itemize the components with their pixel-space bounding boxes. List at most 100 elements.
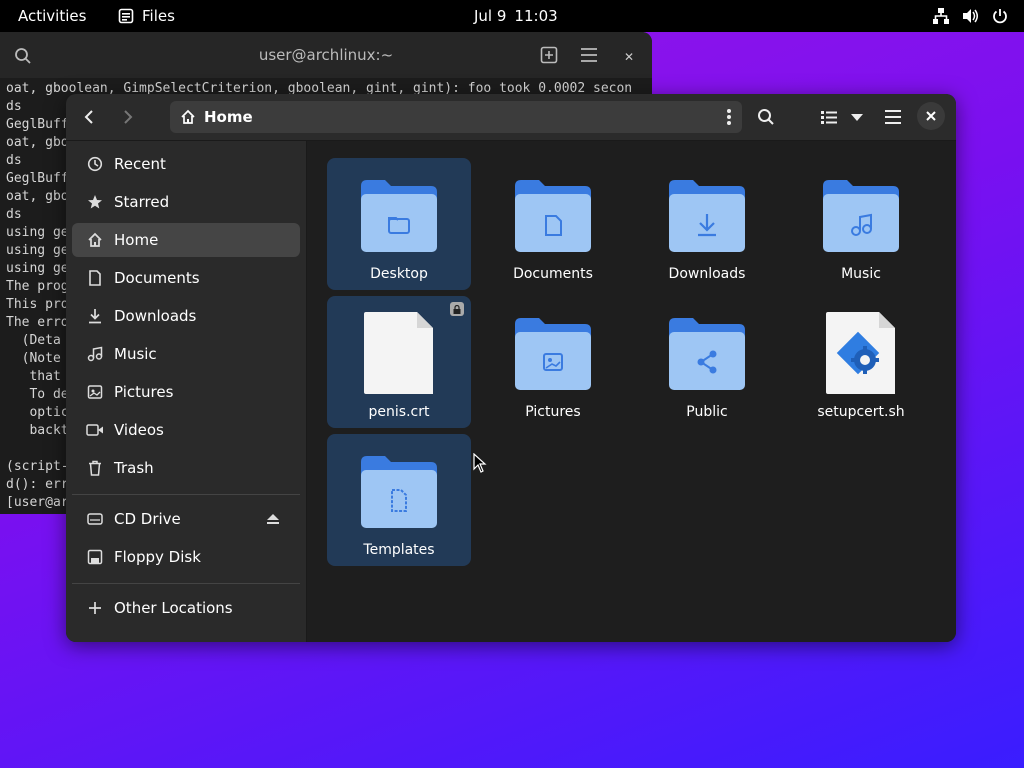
sidebar-item-label: Documents — [114, 269, 200, 287]
star-icon — [86, 193, 104, 211]
file-item-desktop[interactable]: Desktop — [327, 158, 471, 290]
new-tab-icon[interactable] — [540, 46, 558, 68]
hamburger-menu-icon[interactable] — [580, 47, 598, 67]
volume-icon — [962, 8, 980, 24]
document-icon — [86, 269, 104, 287]
clock-date: Jul 9 — [474, 7, 507, 25]
sidebar-item-label: Floppy Disk — [114, 548, 201, 566]
file-item-label: Desktop — [370, 266, 428, 282]
sidebar-item-trash[interactable]: Trash — [72, 451, 300, 485]
optical-drive-icon — [86, 510, 104, 528]
file-item-label: Public — [686, 404, 728, 420]
file-item-documents[interactable]: Documents — [481, 158, 625, 290]
search-button[interactable] — [751, 102, 781, 132]
folder-templates-icon — [361, 456, 437, 528]
lock-icon — [450, 302, 464, 316]
sidebar-item-label: Music — [114, 345, 157, 363]
sidebar-item-documents[interactable]: Documents — [72, 261, 300, 295]
sidebar-item-videos[interactable]: Videos — [72, 413, 300, 447]
folder-music-icon — [823, 180, 899, 252]
sidebar-item-label: Videos — [114, 421, 164, 439]
script-file-icon — [826, 312, 895, 394]
back-button[interactable] — [74, 102, 104, 132]
sidebar-item-label: CD Drive — [114, 510, 181, 528]
sidebar-item-recent[interactable]: Recent — [72, 147, 300, 181]
file-item-label: Downloads — [668, 266, 746, 282]
clock-time: 11:03 — [514, 7, 558, 25]
forward-button[interactable] — [113, 102, 143, 132]
file-item-certificate[interactable]: penis.crt — [327, 296, 471, 428]
file-item-public[interactable]: Public — [635, 296, 779, 428]
sidebar-item-label: Home — [114, 231, 159, 249]
close-icon[interactable]: ✕ — [618, 46, 640, 68]
network-icon — [932, 8, 950, 24]
close-button[interactable] — [917, 102, 945, 130]
top-bar: Activities Files Jul 9 11:03 — [0, 0, 1024, 32]
folder-documents-icon — [515, 180, 591, 252]
sidebar-item-music[interactable]: Music — [72, 337, 300, 371]
file-item-label: Music — [841, 266, 881, 282]
app-menu[interactable]: Files — [118, 7, 175, 25]
sidebar-separator — [72, 583, 300, 584]
sidebar-item-floppy-disk[interactable]: Floppy Disk — [72, 540, 300, 574]
sidebar-item-label: Pictures — [114, 383, 174, 401]
sidebar: Recent Starred Home Documents Downloads … — [66, 141, 307, 642]
clock-icon — [86, 155, 104, 173]
power-icon — [992, 8, 1008, 24]
document-file-icon — [364, 312, 433, 394]
download-icon — [86, 307, 104, 325]
sidebar-separator — [72, 494, 300, 495]
file-item-templates[interactable]: Templates — [327, 434, 471, 566]
file-item-label: penis.crt — [368, 404, 430, 420]
file-item-label: Documents — [513, 266, 593, 282]
file-item-pictures[interactable]: Pictures — [481, 296, 625, 428]
sidebar-item-label: Other Locations — [114, 599, 233, 617]
file-item-script[interactable]: setupcert.sh — [789, 296, 933, 428]
folder-icon — [361, 180, 437, 252]
folder-pictures-icon — [515, 318, 591, 390]
sidebar-item-home[interactable]: Home — [72, 223, 300, 257]
list-view-button[interactable] — [814, 102, 844, 132]
clock[interactable]: Jul 9 11:03 — [474, 7, 558, 25]
terminal-header: user@archlinux:~ ✕ — [0, 32, 652, 78]
eject-icon[interactable] — [266, 511, 280, 529]
mouse-cursor-icon — [473, 453, 487, 473]
location-bar[interactable]: Home — [170, 101, 742, 133]
trash-icon — [86, 459, 104, 477]
sidebar-item-pictures[interactable]: Pictures — [72, 375, 300, 409]
location-label: Home — [204, 108, 253, 126]
file-item-label: setupcert.sh — [817, 404, 905, 420]
picture-icon — [86, 383, 104, 401]
floppy-icon — [86, 548, 104, 566]
sidebar-item-downloads[interactable]: Downloads — [72, 299, 300, 333]
system-tray[interactable] — [932, 8, 1008, 24]
more-options-icon[interactable] — [726, 107, 732, 131]
file-grid: Desktop Documents Downloads Music penis.… — [307, 141, 956, 642]
home-icon — [180, 109, 196, 129]
sidebar-item-cd-drive[interactable]: CD Drive — [72, 502, 300, 536]
sidebar-item-label: Downloads — [114, 307, 197, 325]
activities-button[interactable]: Activities — [18, 7, 86, 25]
view-options-dropdown[interactable] — [842, 102, 872, 132]
file-item-music[interactable]: Music — [789, 158, 933, 290]
close-icon — [926, 111, 936, 121]
sidebar-item-label: Starred — [114, 193, 170, 211]
folder-share-icon — [669, 318, 745, 390]
file-item-downloads[interactable]: Downloads — [635, 158, 779, 290]
files-app-icon — [118, 8, 134, 24]
file-item-label: Pictures — [525, 404, 581, 420]
music-icon — [86, 345, 104, 363]
video-icon — [86, 421, 104, 439]
sidebar-item-label: Recent — [114, 155, 166, 173]
files-headerbar: Home — [66, 94, 956, 141]
file-item-label: Templates — [363, 542, 435, 558]
sidebar-item-label: Trash — [114, 459, 154, 477]
main-menu-button[interactable] — [878, 102, 908, 132]
app-menu-label: Files — [142, 7, 175, 25]
files-window[interactable]: Home Recent Starred Home Documents Downl… — [66, 94, 956, 642]
sidebar-item-other-locations[interactable]: Other Locations — [72, 591, 300, 625]
folder-download-icon — [669, 180, 745, 252]
plus-icon — [86, 599, 104, 617]
sidebar-item-starred[interactable]: Starred — [72, 185, 300, 219]
home-icon — [86, 231, 104, 249]
